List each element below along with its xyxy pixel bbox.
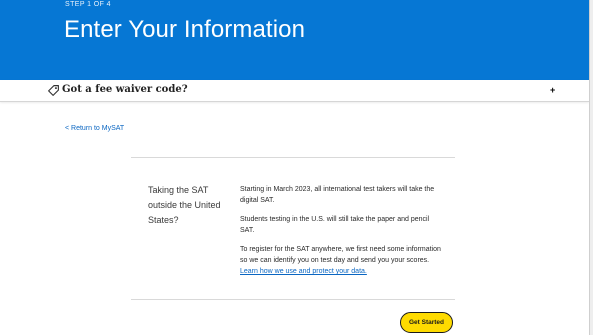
return-to-mysat-link[interactable]: < Return to MySAT [65,125,124,132]
data-privacy-link[interactable]: Learn how we use and protect your data. [240,268,367,275]
divider [131,299,455,300]
tag-icon [48,85,59,96]
get-started-button[interactable]: Get Started [400,312,453,333]
plus-icon[interactable]: + [550,84,555,96]
scrollbar[interactable] [589,0,593,335]
info-paragraph-digital-sat: Starting in March 2023, all internationa… [240,186,435,204]
page-header: STEP 1 OF 4 Enter Your Information [0,0,589,80]
divider [131,157,455,158]
step-indicator: STEP 1 OF 4 [65,1,111,8]
fee-waiver-label: Got a fee waiver code? [62,84,188,95]
register-text: To register for the SAT anywhere, we fir… [240,246,441,264]
info-paragraph-register: To register for the SAT anywhere, we fir… [240,244,445,277]
info-paragraph-us-testing: Students testing in the U.S. will still … [240,216,430,234]
section-heading: Taking the SAT outside the United States… [148,185,221,225]
page-title: Enter Your Information [64,16,306,43]
fee-waiver-toggle[interactable]: Got a fee waiver code? + [0,80,589,102]
